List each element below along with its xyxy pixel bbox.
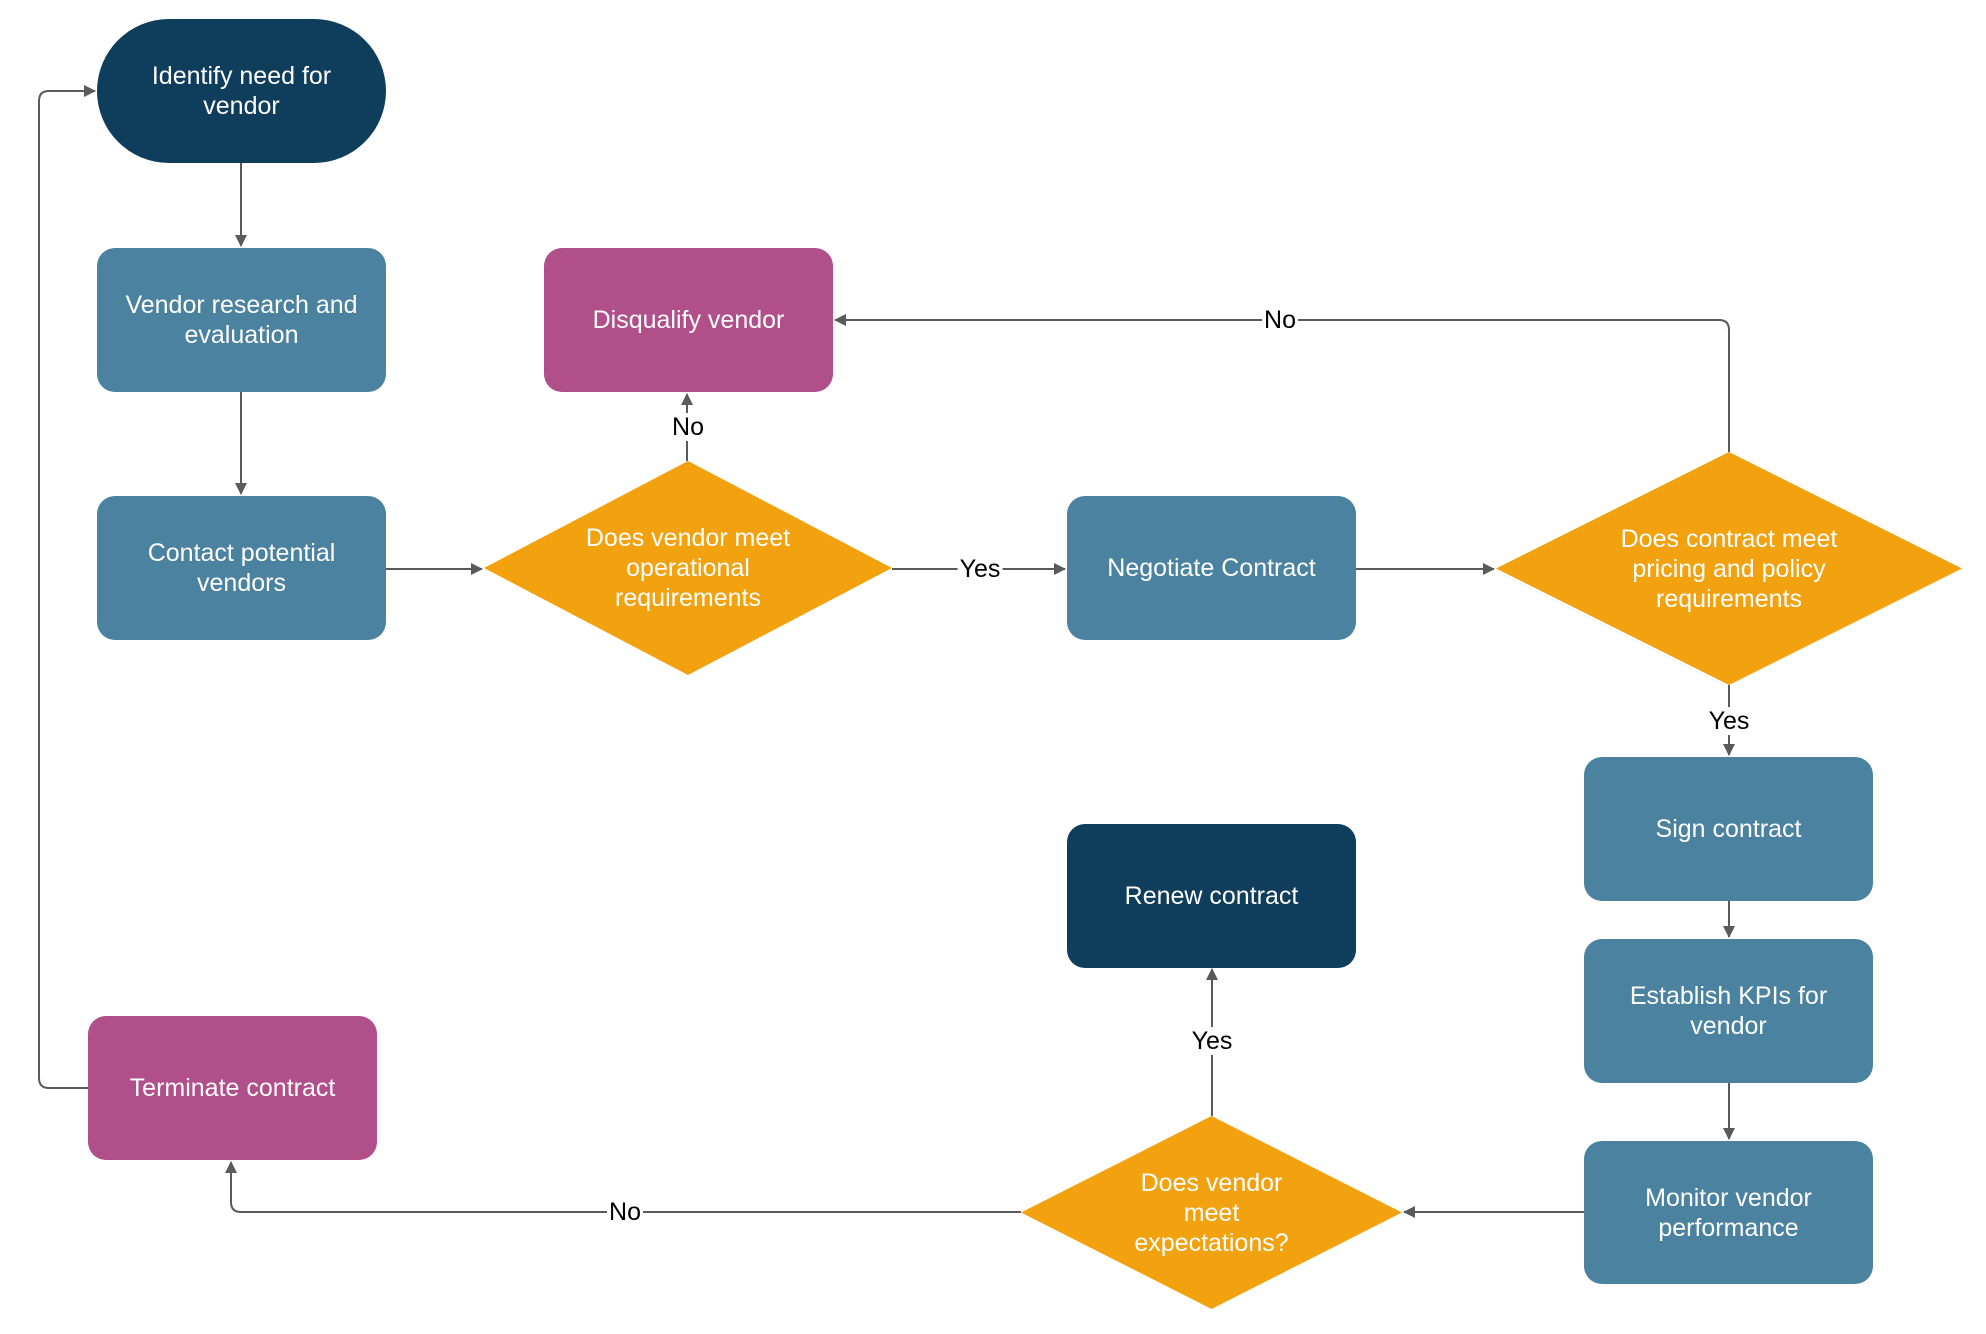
edge-label-pricing-yes: Yes bbox=[1706, 707, 1752, 735]
edge-label-expectations-yes: Yes bbox=[1189, 1027, 1235, 1055]
decision-pricing-label: Does contract meet pricing and policy re… bbox=[1620, 524, 1838, 613]
node-vendor-research-label: Vendor research and evaluation bbox=[125, 291, 358, 349]
node-vendor-research[interactable]: Vendor research and evaluation bbox=[97, 248, 386, 392]
edge-label-expectations-no: No bbox=[607, 1198, 643, 1226]
edge-pricing-no-to-disqualify bbox=[834, 314, 1730, 452]
node-monitor-performance[interactable]: Monitor vendor performance bbox=[1584, 1141, 1873, 1284]
node-establish-kpis[interactable]: Establish KPIs for vendor bbox=[1584, 939, 1873, 1083]
node-disqualify-vendor[interactable]: Disqualify vendor bbox=[544, 248, 833, 392]
decision-meet-expectations[interactable]: Does vendor meet expectations? bbox=[1021, 1116, 1402, 1309]
edge-terminate-to-identify bbox=[38, 85, 96, 1089]
node-negotiate-contract[interactable]: Negotiate Contract bbox=[1067, 496, 1356, 640]
node-renew-contract[interactable]: Renew contract bbox=[1067, 824, 1356, 968]
node-sign-contract[interactable]: Sign contract bbox=[1584, 757, 1873, 901]
decision-operational-label: Does vendor meet operational requirement… bbox=[585, 524, 791, 612]
edge-label-pricing-no: No bbox=[1262, 306, 1298, 334]
node-sign-contract-label: Sign contract bbox=[1655, 815, 1802, 843]
node-identify-need-label: Identify need for vendor bbox=[151, 62, 332, 120]
node-monitor-performance-label: Monitor vendor performance bbox=[1645, 1183, 1812, 1242]
node-renew-contract-label: Renew contract bbox=[1124, 882, 1299, 910]
decision-operational-requirements[interactable]: Does vendor meet operational requirement… bbox=[484, 461, 892, 675]
node-establish-kpis-label: Establish KPIs for vendor bbox=[1629, 982, 1828, 1040]
node-contact-vendors-label: Contact potential vendors bbox=[147, 539, 336, 597]
node-terminate-contract-label: Terminate contract bbox=[129, 1074, 336, 1102]
node-disqualify-vendor-label: Disqualify vendor bbox=[592, 306, 785, 334]
decision-expectations-label: Does vendor meet expectations? bbox=[1134, 1168, 1289, 1257]
node-terminate-contract[interactable]: Terminate contract bbox=[88, 1016, 377, 1160]
node-contact-vendors[interactable]: Contact potential vendors bbox=[97, 496, 386, 640]
edge-label-operational-no: No bbox=[670, 413, 706, 441]
node-identify-need[interactable]: Identify need for vendor bbox=[97, 19, 386, 163]
edge-label-operational-yes: Yes bbox=[957, 555, 1003, 583]
node-negotiate-contract-label: Negotiate Contract bbox=[1107, 554, 1316, 582]
decision-pricing-policy[interactable]: Does contract meet pricing and policy re… bbox=[1496, 452, 1962, 685]
